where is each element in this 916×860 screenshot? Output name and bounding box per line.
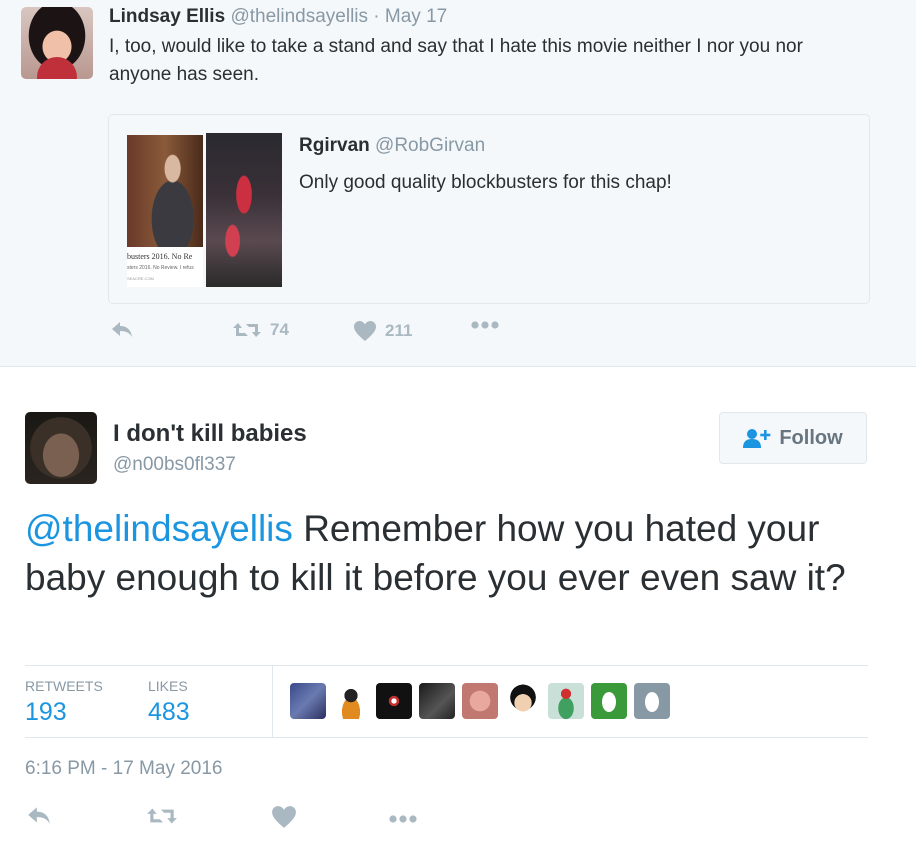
quoted-author-name: Rgirvan xyxy=(299,135,370,156)
tweet-timestamp[interactable]: 6:16 PM - 17 May 2016 xyxy=(25,758,223,780)
more-icon xyxy=(471,321,499,329)
heart-icon xyxy=(272,806,296,828)
liker-avatar[interactable] xyxy=(505,683,541,719)
like-button[interactable] xyxy=(271,805,297,834)
separator: · xyxy=(373,6,380,27)
retweet-button[interactable] xyxy=(146,805,178,832)
like-count: 211 xyxy=(385,321,413,340)
heart-icon xyxy=(354,321,376,341)
quoted-image-1[interactable]: busters 2016. No Re sters 2016. No Revie… xyxy=(127,135,203,287)
quoted-image-2[interactable] xyxy=(206,133,282,287)
like-button[interactable]: 211 xyxy=(353,320,412,342)
tweet-actions xyxy=(26,805,426,833)
reply-button[interactable] xyxy=(26,805,52,832)
liker-avatar[interactable] xyxy=(462,683,498,719)
author-handle[interactable]: @n00bs0fl337 xyxy=(113,454,236,476)
quoted-author-handle: @RobGirvan xyxy=(375,135,486,156)
tweet-text: @thelindsayellis Remember how you hated … xyxy=(25,504,895,602)
liker-avatars xyxy=(290,683,670,719)
reply-icon xyxy=(28,807,50,824)
quoted-tweet-card[interactable]: busters 2016. No Re sters 2016. No Revie… xyxy=(108,114,870,304)
liker-avatar[interactable] xyxy=(290,683,326,719)
retweet-count: 74 xyxy=(270,320,289,339)
liker-avatar[interactable] xyxy=(548,683,584,719)
tweet-text: I, too, would like to take a stand and s… xyxy=(109,36,803,85)
tweet-actions: 74 211 xyxy=(110,320,530,350)
author-name[interactable]: I don't kill babies xyxy=(113,420,307,448)
more-icon xyxy=(389,815,417,823)
retweet-icon xyxy=(147,808,177,824)
liker-avatar[interactable] xyxy=(419,683,455,719)
reply-button[interactable] xyxy=(110,320,134,340)
author-name[interactable]: Lindsay Ellis xyxy=(109,6,225,27)
reply-icon xyxy=(112,322,132,337)
tweet-date[interactable]: May 17 xyxy=(385,6,447,27)
quoted-text: Only good quality blockbusters for this … xyxy=(299,172,672,193)
image-caption: sters 2016. No Review. I refus xyxy=(127,265,194,271)
image-caption: SEACRE.COM xyxy=(127,276,154,281)
likes-stat[interactable]: LIKES 483 xyxy=(148,678,190,727)
follow-label: Follow xyxy=(779,426,843,449)
liker-avatar[interactable] xyxy=(333,683,369,719)
liker-avatar[interactable] xyxy=(376,683,412,719)
retweet-icon xyxy=(233,323,261,337)
egg-avatar[interactable] xyxy=(591,683,627,719)
likes-label: LIKES xyxy=(148,678,188,694)
avatar[interactable] xyxy=(21,7,93,79)
follow-button[interactable]: Follow xyxy=(719,412,867,464)
retweet-button[interactable]: 74 xyxy=(232,320,289,340)
tweet-stats: RETWEETS 193 LIKES 483 xyxy=(25,665,868,738)
add-user-icon xyxy=(743,429,771,448)
quoted-author: Rgirvan @RobGirvan xyxy=(299,135,485,157)
avatar[interactable] xyxy=(25,412,97,484)
image-caption: busters 2016. No Re xyxy=(127,252,193,261)
retweets-label: RETWEETS xyxy=(25,678,103,694)
retweets-count: 193 xyxy=(25,698,67,726)
egg-avatar[interactable] xyxy=(634,683,670,719)
retweets-stat[interactable]: RETWEETS 193 xyxy=(25,678,103,727)
tweet-header: Lindsay Ellis @thelindsayellis · May 17 xyxy=(109,6,447,28)
more-button[interactable] xyxy=(470,320,500,330)
mention-link[interactable]: @thelindsayellis xyxy=(25,508,293,549)
author-handle[interactable]: @thelindsayellis xyxy=(230,6,368,27)
parent-tweet[interactable]: Lindsay Ellis @thelindsayellis · May 17 … xyxy=(0,0,916,367)
more-button[interactable] xyxy=(388,811,418,829)
likes-count: 483 xyxy=(148,698,190,726)
divider xyxy=(272,666,273,737)
